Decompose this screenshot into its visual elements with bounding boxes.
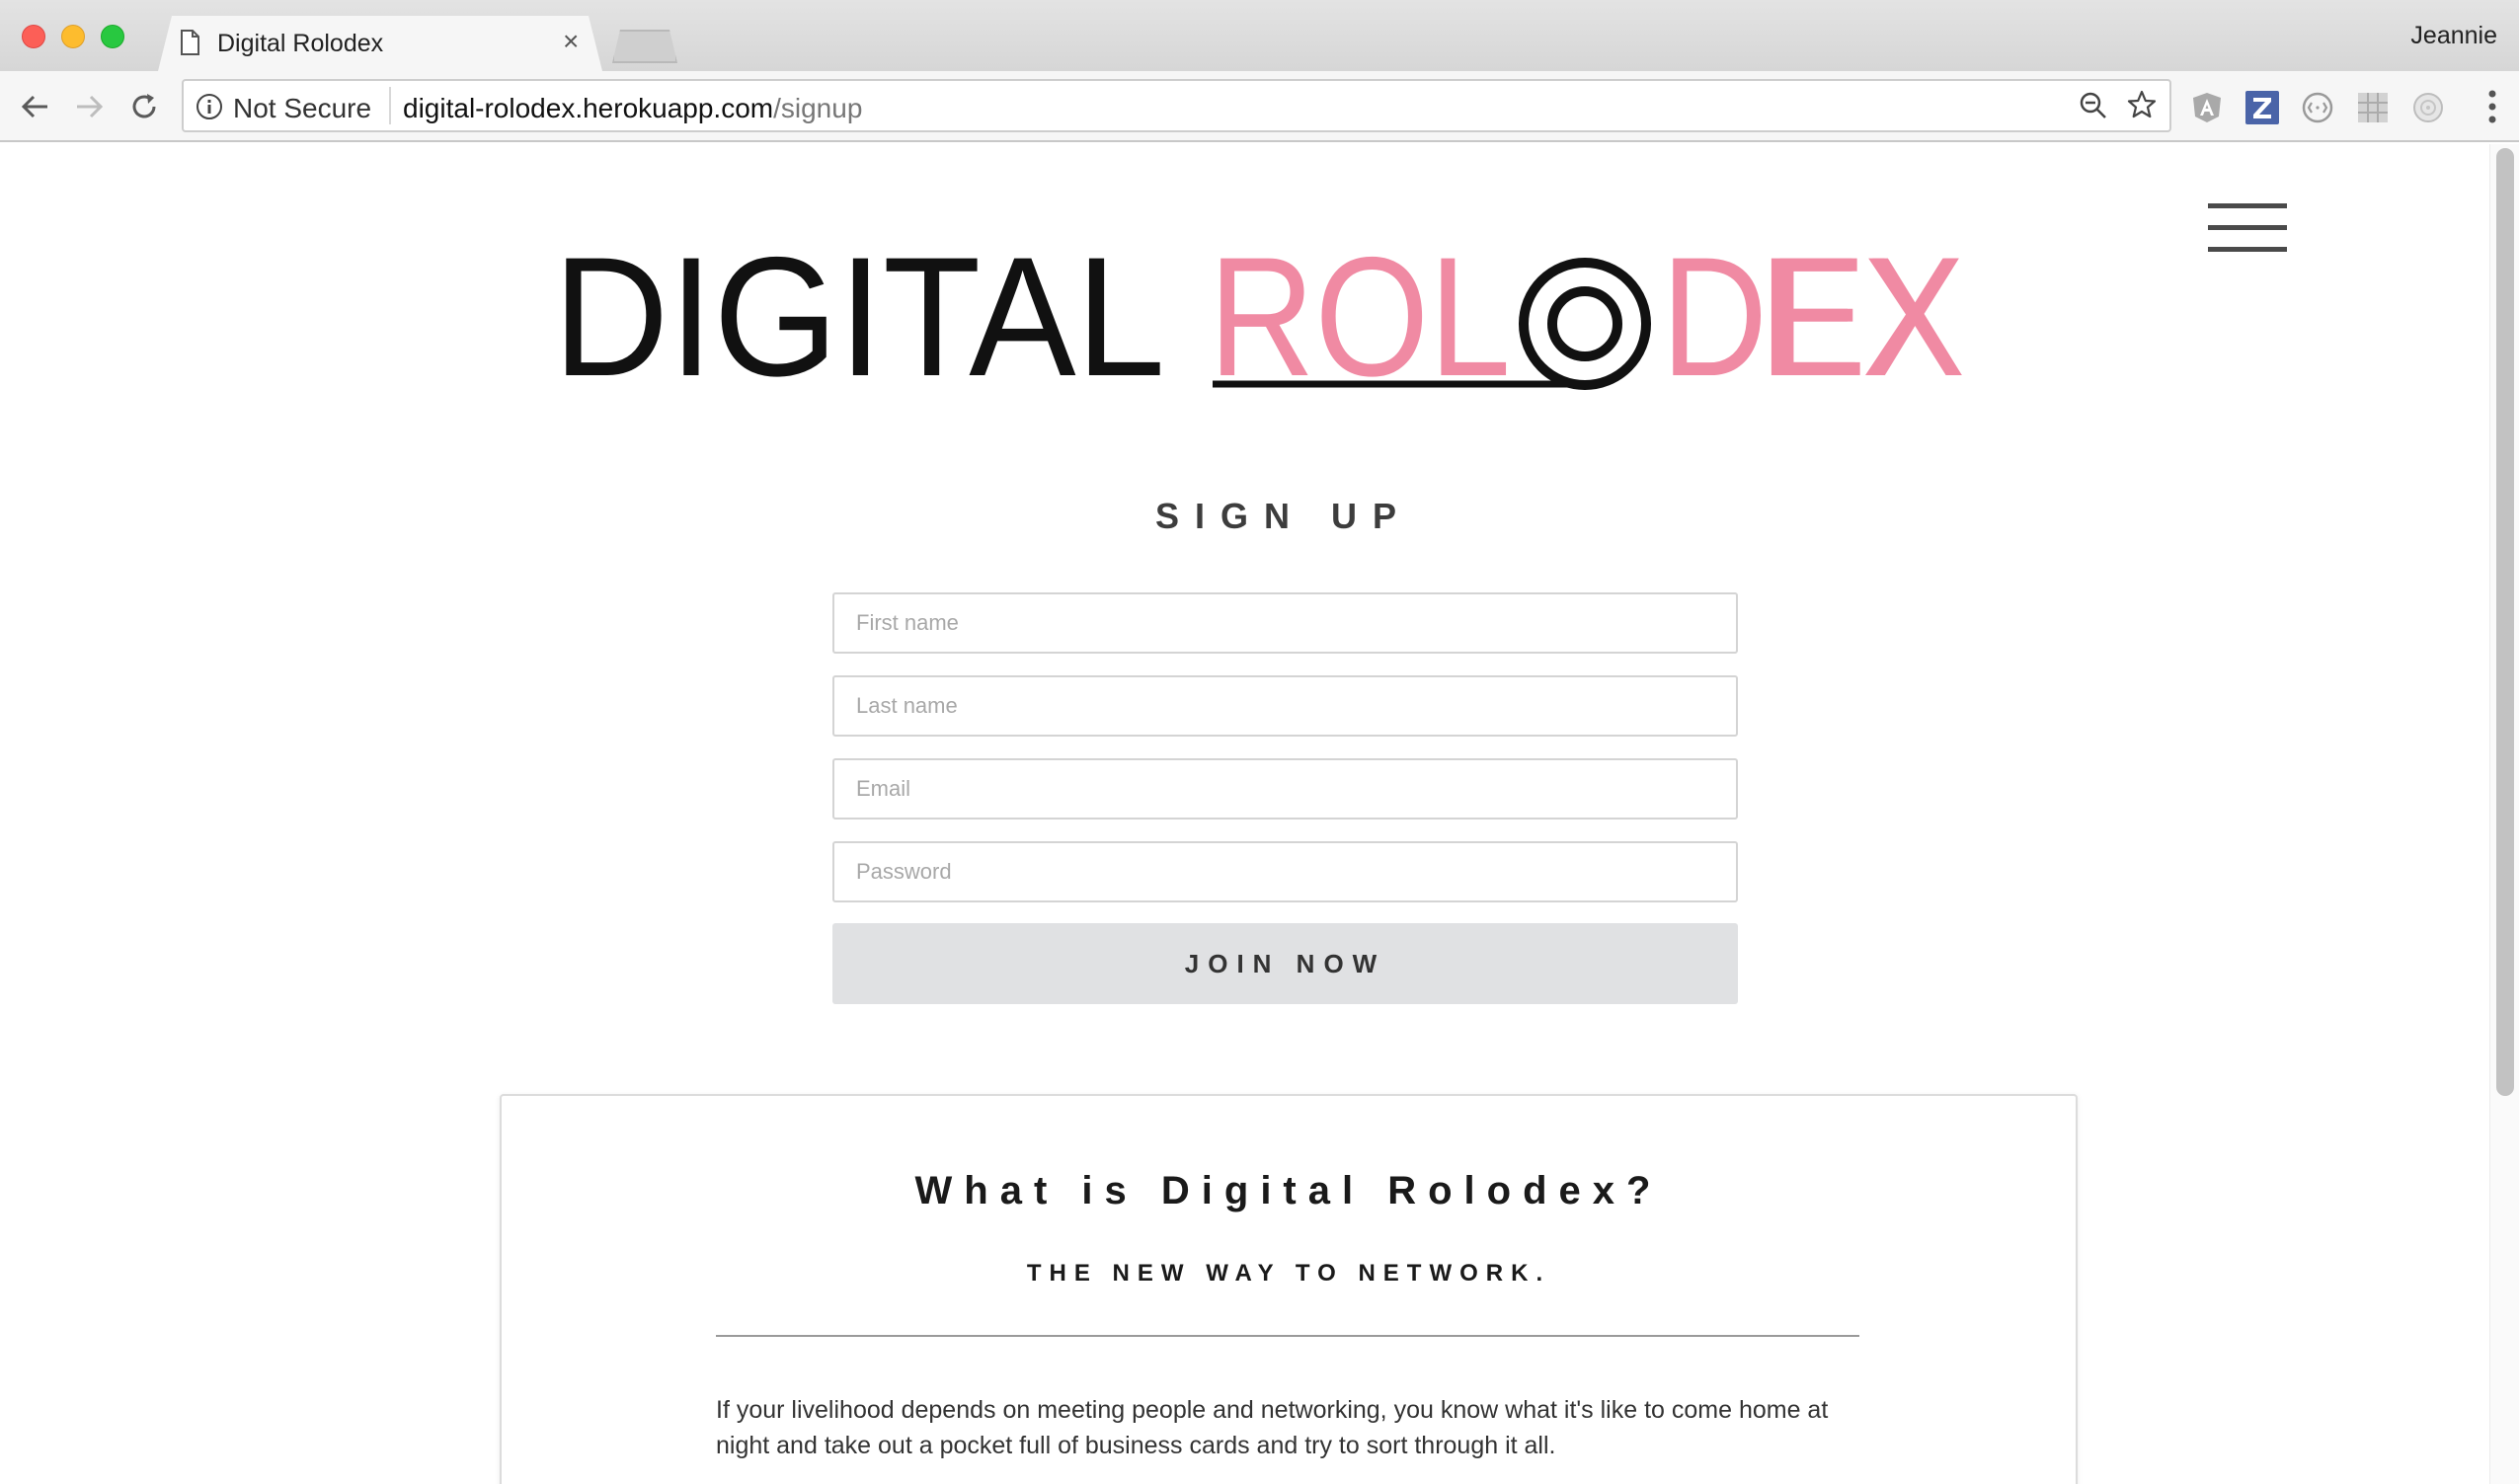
browser-tab-active[interactable]: Digital Rolodex × [158, 16, 602, 71]
maximize-window-button[interactable] [101, 25, 124, 48]
more-options-icon[interactable] [2487, 89, 2497, 124]
document-icon [181, 30, 199, 55]
url-text[interactable]: digital-rolodex.herokuapp.com/signup [403, 93, 862, 124]
last-name-input[interactable] [832, 675, 1738, 737]
about-subtitle: THE NEW WAY TO NETWORK. [1026, 1260, 1551, 1287]
scrollbar[interactable] [2489, 144, 2519, 1484]
forward-arrow-icon[interactable] [71, 89, 107, 124]
svg-text:DEX: DEX [1661, 243, 1965, 391]
page-content: DIGITAL ROLODEX ROL DEX SIGN UP JOIN NOW… [0, 144, 2519, 1484]
url-path: /signup [773, 93, 863, 123]
tab-close-icon[interactable]: × [563, 26, 579, 57]
grid-extension-icon[interactable] [2356, 91, 2390, 124]
bookmark-star-icon[interactable] [2126, 89, 2158, 120]
address-bar[interactable]: Not Secure digital-rolodex.herokuapp.com… [182, 79, 2171, 132]
angular-icon[interactable] [2190, 91, 2224, 124]
browser-toolbar: Not Secure digital-rolodex.herokuapp.com… [0, 71, 2519, 142]
info-icon[interactable] [196, 93, 223, 120]
zoom-out-icon[interactable] [2079, 91, 2108, 120]
first-name-input[interactable] [832, 592, 1738, 654]
security-label[interactable]: Not Secure [233, 93, 371, 124]
back-arrow-icon[interactable] [18, 89, 53, 124]
url-host: digital-rolodex.herokuapp.com [403, 93, 774, 123]
logo-text-dark: DIGITAL [553, 243, 1165, 391]
svg-text:ROL: ROL [1209, 243, 1511, 391]
close-window-button[interactable] [22, 25, 45, 48]
zotero-icon[interactable] [2245, 91, 2279, 124]
title-bar: Digital Rolodex × Jeannie [0, 0, 2519, 71]
cors-icon[interactable] [2301, 91, 2334, 124]
about-divider [716, 1335, 1859, 1337]
about-card: What is Digital Rolodex? THE NEW WAY TO … [500, 1094, 2078, 1484]
signup-title: SIGN UP [1154, 496, 1413, 536]
about-title: What is Digital Rolodex? [914, 1169, 1663, 1212]
scrollbar-thumb[interactable] [2496, 148, 2514, 1096]
react-extension-icon[interactable] [2411, 91, 2445, 124]
join-now-button[interactable]: JOIN NOW [832, 923, 1738, 1004]
hamburger-menu-icon[interactable] [2208, 203, 2287, 253]
profile-name[interactable]: Jeannie [2410, 22, 2497, 50]
about-body: If your livelihood depends on meeting pe… [716, 1396, 1829, 1459]
new-tab-button[interactable] [612, 30, 677, 63]
logo[interactable]: DIGITAL ROLODEX ROL DEX [553, 243, 1965, 391]
email-input[interactable] [832, 758, 1738, 820]
password-input[interactable] [832, 841, 1738, 902]
reload-icon[interactable] [126, 89, 162, 124]
minimize-window-button[interactable] [61, 25, 85, 48]
address-separator [389, 87, 391, 124]
tab-title: Digital Rolodex [217, 30, 384, 57]
